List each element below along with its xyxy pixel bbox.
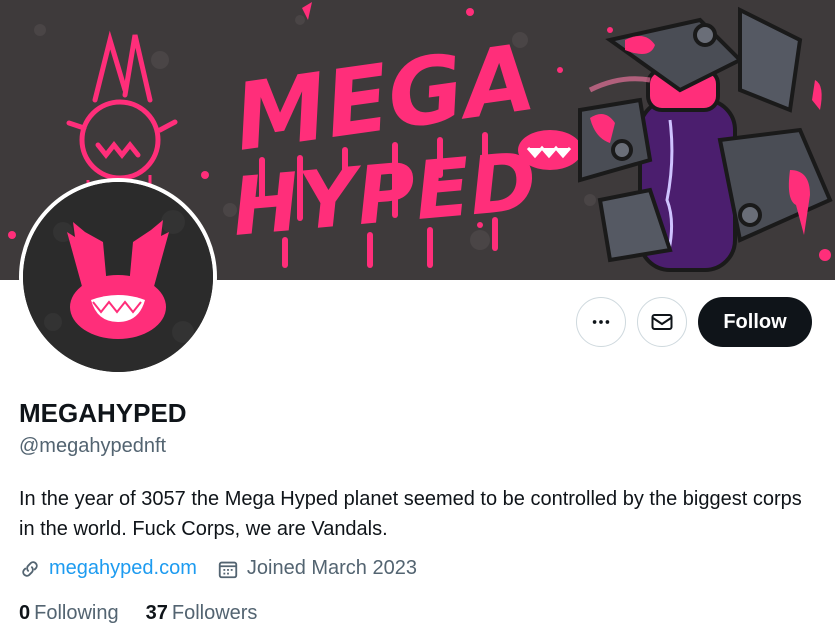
- follow-stats: 0 Following 37 Followers: [19, 602, 284, 625]
- joined-item: Joined March 2023: [217, 557, 417, 580]
- avatar-image: [23, 182, 213, 372]
- followers-count: 37: [145, 602, 168, 624]
- link-icon: [22, 560, 38, 577]
- joined-date: Joined March 2023: [246, 557, 417, 579]
- profile-avatar[interactable]: [19, 178, 217, 376]
- website-link[interactable]: megahyped.com: [49, 557, 197, 580]
- user-handle: @megahypednft: [19, 435, 167, 457]
- following-link[interactable]: 0 Following: [19, 602, 119, 625]
- calendar-icon: [218, 561, 238, 578]
- more-horizontal-icon: [592, 320, 610, 324]
- profile-bio: In the year of 3057 the Mega Hyped plane…: [19, 488, 802, 540]
- profile-meta: megahyped.com Joined March 2023: [19, 557, 417, 580]
- following-label: Following: [34, 602, 119, 624]
- website-item: megahyped.com: [19, 557, 197, 580]
- message-button[interactable]: [637, 297, 687, 347]
- envelope-icon: [651, 314, 673, 330]
- display-name: MEGAHYPED: [19, 398, 187, 428]
- follow-button[interactable]: Follow: [698, 297, 812, 347]
- followers-link[interactable]: 37 Followers: [146, 602, 258, 625]
- following-count: 0: [19, 602, 31, 624]
- more-button[interactable]: [576, 297, 626, 347]
- followers-label: Followers: [171, 602, 258, 624]
